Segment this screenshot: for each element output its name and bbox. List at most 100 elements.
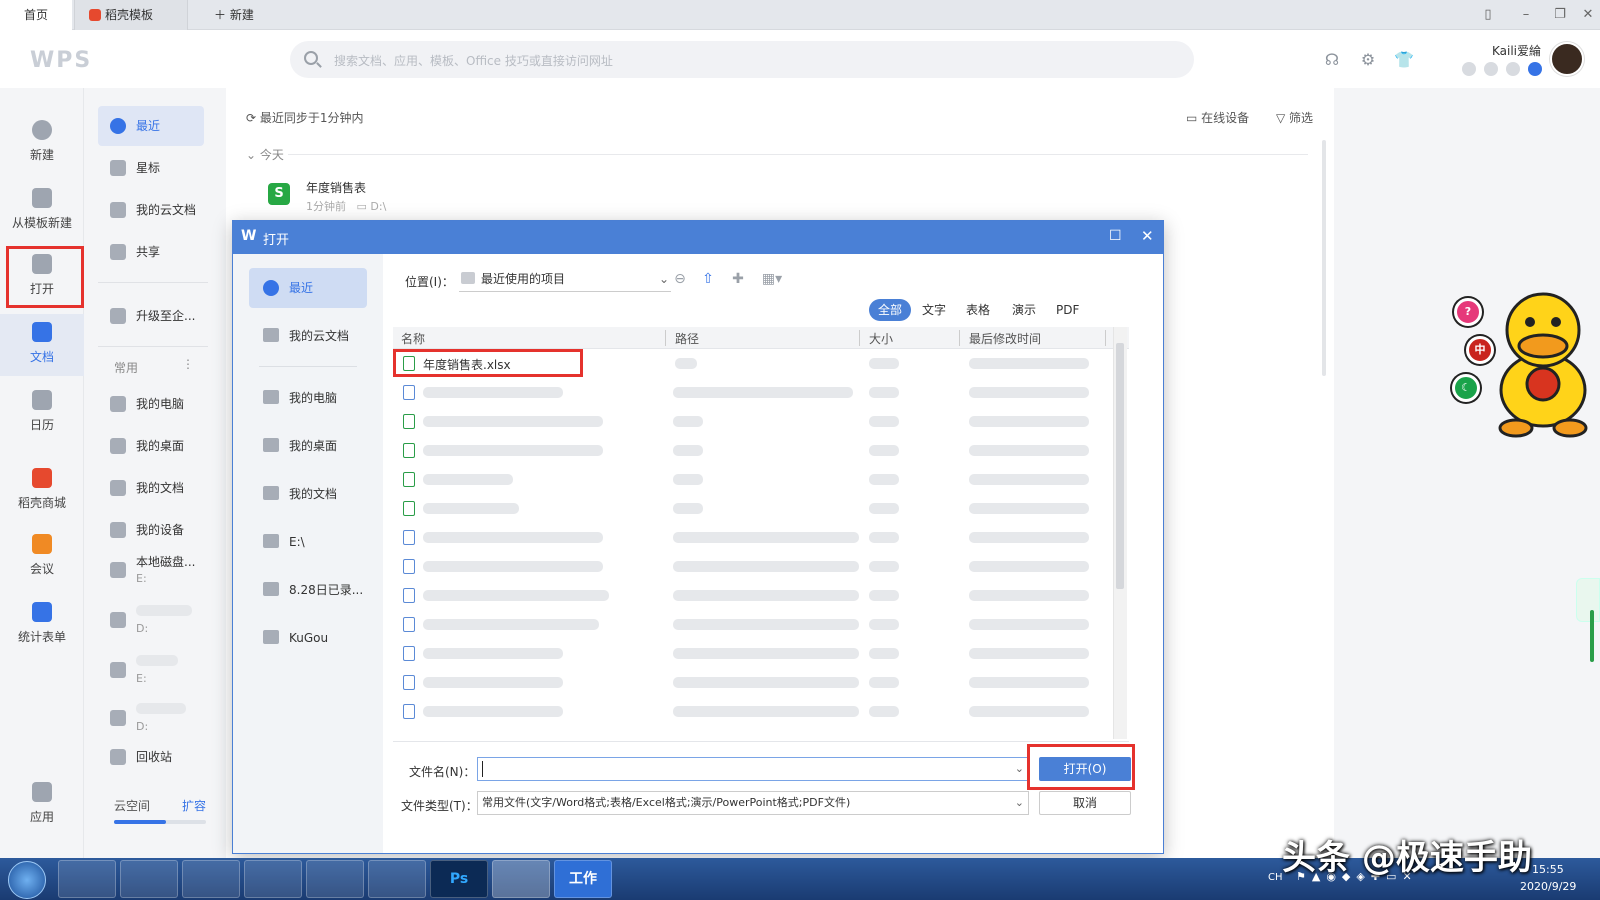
more-icon[interactable]: ⋮ (182, 357, 194, 371)
up-folder-icon[interactable]: ⇧ (699, 271, 717, 287)
file-row[interactable] (393, 407, 1113, 436)
nav-my-desktop[interactable]: 我的桌面 (98, 426, 204, 466)
wechat-icon[interactable] (306, 860, 364, 898)
layout-icon[interactable]: ▯ (1480, 7, 1496, 23)
filter-slides[interactable]: 演示 (1003, 299, 1045, 321)
word-file-icon (403, 385, 415, 400)
file-explorer-icon[interactable] (182, 860, 240, 898)
back-icon[interactable]: ⊖ (671, 271, 689, 287)
location-select[interactable]: 最近使用的项目 ⌄ (459, 266, 671, 292)
file-row[interactable] (393, 697, 1113, 726)
search-bar[interactable]: 搜索文档、应用、模板、Office 技巧或直接访问网址 (290, 41, 1194, 78)
photoshop-icon[interactable]: Ps (430, 860, 488, 898)
dialog-titlebar[interactable]: W 打开 ☐ ✕ (233, 221, 1163, 254)
user-name[interactable]: Kaili爱綸 (1492, 42, 1541, 59)
list-scroll-thumb[interactable] (1116, 343, 1124, 589)
dialog-side-folder-828[interactable]: 8.28日已录... (249, 570, 367, 610)
cancel-button[interactable]: 取消 (1039, 791, 1131, 815)
recent-file-name[interactable]: 年度销售表 (306, 179, 366, 196)
main-scrollbar[interactable] (1322, 140, 1326, 376)
headset-icon[interactable]: ☊ (1322, 50, 1342, 70)
file-row[interactable] (393, 639, 1113, 668)
nav-cloud-docs[interactable]: 我的云文档 (98, 190, 204, 230)
dialog-side-cloud-docs[interactable]: 我的云文档 (249, 316, 367, 356)
sogou-icon[interactable] (244, 860, 302, 898)
file-row[interactable] (393, 523, 1113, 552)
nav-local-disk[interactable]: 本地磁盘... E: (98, 550, 204, 590)
start-button[interactable] (8, 861, 46, 899)
rail-apps[interactable]: 应用 (0, 774, 84, 836)
file-row[interactable] (393, 668, 1113, 697)
nav-upgrade[interactable]: 升级至企... (98, 296, 204, 336)
skin-icon[interactable]: 👕 (1394, 50, 1414, 70)
dialog-side-my-desktop[interactable]: 我的桌面 (249, 426, 367, 466)
column-size[interactable]: 大小 (869, 330, 893, 347)
side-widget-icon[interactable] (1576, 578, 1600, 622)
minimize-icon[interactable]: – (1518, 7, 1534, 23)
filter-all[interactable]: 全部 (869, 299, 912, 321)
nav-recycle[interactable]: 回收站 (98, 742, 204, 772)
filter-writer[interactable]: 文字 (913, 299, 955, 321)
clock-time[interactable]: 15:55 (1532, 863, 1564, 876)
dialog-side-my-docs[interactable]: 我的文档 (249, 474, 367, 514)
rail-store[interactable]: 稻壳商城 (0, 460, 84, 522)
online-devices-button[interactable]: ▭ 在线设备 (1186, 109, 1249, 126)
avatar[interactable] (1550, 42, 1584, 76)
close-icon[interactable]: ✕ (1580, 7, 1596, 23)
rail-docs[interactable]: 文档 (0, 314, 84, 376)
filename-input[interactable]: ⌄ (477, 757, 1029, 781)
view-grid-icon[interactable]: ▦▾ (759, 271, 785, 287)
filetype-select[interactable]: 常用文件(文字/Word格式;表格/Excel格式;演示/PowerPoint格… (477, 791, 1029, 815)
expand-link[interactable]: 扩容 (182, 797, 206, 814)
settings-icon[interactable]: ⚙ (1358, 50, 1378, 70)
nav-recent[interactable]: 最近 (98, 106, 204, 146)
dialog-side-kugou[interactable]: KuGou (249, 618, 367, 658)
filter-pdf[interactable]: PDF (1047, 299, 1088, 321)
work-app-icon[interactable]: 工作 (554, 860, 612, 898)
browser-icon[interactable] (120, 860, 178, 898)
notepad-icon[interactable] (368, 860, 426, 898)
nav-shared[interactable]: 共享 (98, 232, 204, 272)
rail-forms[interactable]: 统计表单 (0, 594, 84, 656)
file-row[interactable] (393, 581, 1113, 610)
rail-new[interactable]: 新建 (0, 112, 84, 174)
rail-from-template[interactable]: 从模板新建 (0, 180, 84, 242)
language-indicator[interactable]: CH (1268, 872, 1283, 883)
file-row[interactable] (393, 436, 1113, 465)
maximize-icon[interactable]: ☐ (1109, 228, 1122, 244)
restore-icon[interactable]: ❐ (1552, 7, 1568, 23)
app-icon[interactable] (58, 860, 116, 898)
nav-starred[interactable]: 星标 (98, 148, 204, 188)
column-path[interactable]: 路径 (675, 330, 699, 347)
dialog-side-my-computer[interactable]: 我的电脑 (249, 378, 367, 418)
tab-new[interactable]: ＋ 新建 (200, 0, 268, 30)
file-row[interactable] (393, 610, 1113, 639)
tab-home[interactable]: 首页 (0, 0, 72, 30)
dialog-side-drive-e[interactable]: E:\ (249, 522, 367, 562)
nav-blurred-item[interactable]: D: (98, 698, 204, 738)
tab-templates[interactable]: 稻壳模板 (74, 0, 188, 30)
close-icon[interactable]: ✕ (1141, 227, 1154, 245)
wps-taskbar-icon[interactable] (492, 860, 550, 898)
rail-meeting[interactable]: 会议 (0, 526, 84, 588)
file-row[interactable] (393, 378, 1113, 407)
file-row[interactable] (393, 552, 1113, 581)
file-row[interactable] (393, 494, 1113, 523)
badge-icon (1462, 62, 1476, 76)
nav-blurred-item[interactable]: D: (98, 600, 204, 640)
dialog-side-recent[interactable]: 最近 (249, 268, 367, 308)
rail-calendar[interactable]: 日历 (0, 382, 84, 444)
today-group[interactable]: ⌄ 今天 (246, 146, 284, 163)
nav-my-devices[interactable]: 我的设备 (98, 510, 204, 550)
file-row[interactable] (393, 465, 1113, 494)
column-modified[interactable]: 最后修改时间 (969, 330, 1041, 347)
nav-my-computer[interactable]: 我的电脑 (98, 384, 204, 424)
column-name[interactable]: 名称 (401, 330, 425, 347)
new-folder-icon[interactable]: ✚ (729, 271, 747, 287)
blurred-text (423, 706, 563, 717)
nav-my-docs[interactable]: 我的文档 (98, 468, 204, 508)
filter-button[interactable]: ▽ 筛选 (1276, 109, 1313, 126)
nav-blurred-item[interactable]: E: (98, 650, 204, 690)
clock-date[interactable]: 2020/9/29 (1520, 880, 1576, 893)
filter-sheets[interactable]: 表格 (957, 299, 999, 321)
